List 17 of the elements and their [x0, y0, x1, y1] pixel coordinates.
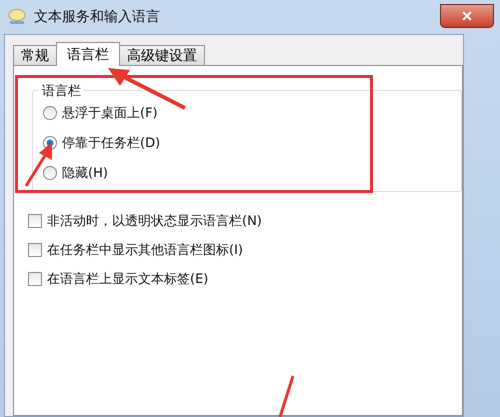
- annotation-arrow: [24, 142, 52, 187]
- checkbox[interactable]: [28, 242, 42, 256]
- checkbox[interactable]: [28, 272, 42, 286]
- radio-button[interactable]: [43, 166, 57, 180]
- checkbox-option[interactable]: 在语言栏上显示文本标签(E): [28, 264, 462, 293]
- speech-bubble-icon: [8, 9, 26, 25]
- radio-option[interactable]: 悬浮于桌面上(F): [43, 103, 453, 123]
- radio-button[interactable]: [43, 106, 57, 120]
- tab[interactable]: 常规: [13, 45, 57, 66]
- checkbox-option[interactable]: 在任务栏中显示其他语言栏图标(I): [28, 235, 462, 264]
- checkbox-option[interactable]: 非活动时，以透明状态显示语言栏(N): [28, 206, 462, 235]
- radio-option[interactable]: 隐藏(H): [43, 163, 453, 183]
- tab[interactable]: 高级键设置: [119, 45, 205, 66]
- checkbox[interactable]: [28, 214, 42, 228]
- window-title: 文本服务和输入语言: [34, 8, 160, 26]
- group-title: 语言栏: [39, 82, 84, 100]
- tab[interactable]: 语言栏: [56, 42, 120, 66]
